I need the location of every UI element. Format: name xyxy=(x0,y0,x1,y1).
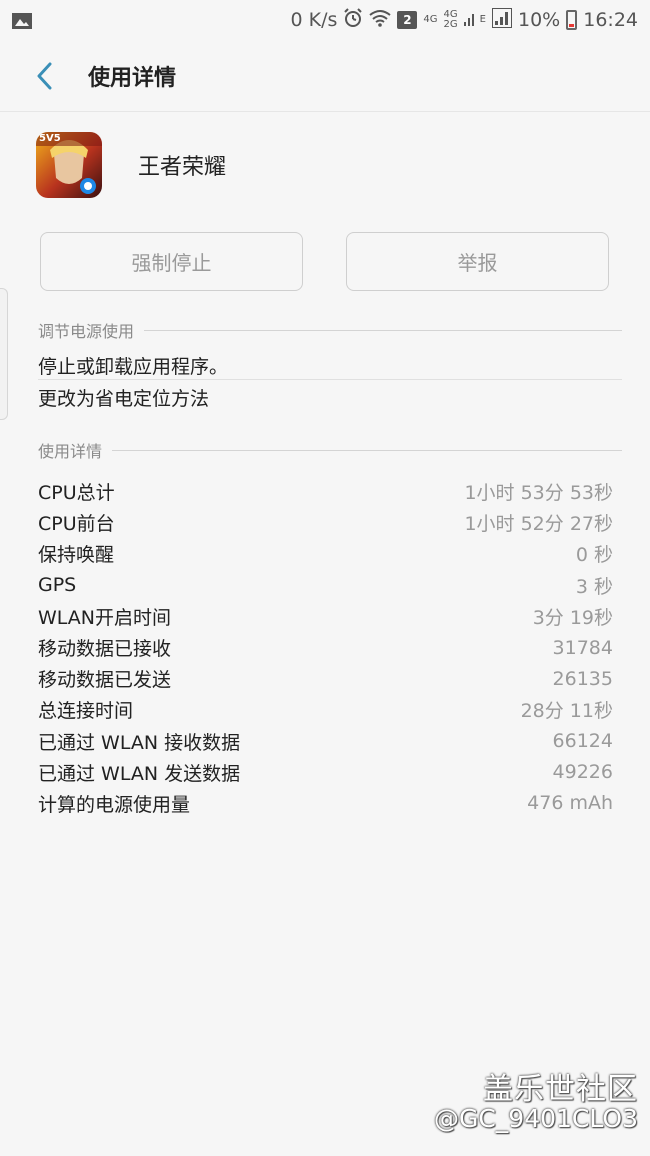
usage-row-cpu-total: CPU总计 1小时 53分 53秒 xyxy=(38,476,613,507)
power-item-power-saving-location[interactable]: 更改为省电定位方法 xyxy=(38,384,622,411)
usage-value: 31784 xyxy=(552,636,613,659)
alarm-icon xyxy=(343,7,363,33)
usage-row-mobile-data-sent: 移动数据已发送 26135 xyxy=(38,663,613,694)
usage-row-computed-power-usage: 计算的电源使用量 476 mAh xyxy=(38,788,613,819)
usage-list: CPU总计 1小时 53分 53秒 CPU前台 1小时 52分 27秒 保持唤醒… xyxy=(38,476,613,819)
side-panel-handle[interactable] xyxy=(0,288,8,420)
report-button[interactable]: 举报 xyxy=(346,232,609,291)
usage-row-keep-awake: 保持唤醒 0 秒 xyxy=(38,538,613,569)
force-stop-button[interactable]: 强制停止 xyxy=(40,232,303,291)
app-bar: 使用详情 xyxy=(0,40,650,112)
usage-value: 3分 19秒 xyxy=(532,606,613,629)
power-section-title: 调节电源使用 xyxy=(38,322,135,341)
network-4g-2g-label: 4G 2G xyxy=(444,10,458,30)
usage-value: 66124 xyxy=(552,730,613,753)
network-speed: 0 K/s xyxy=(290,9,338,31)
usage-label: 保持唤醒 xyxy=(38,544,115,567)
network-2g-bottom: 2G xyxy=(443,19,458,30)
usage-row-total-connection-time: 总连接时间 28分 11秒 xyxy=(38,694,613,725)
usage-row-wlan-data-sent: 已通过 WLAN 发送数据 49226 xyxy=(38,757,613,788)
power-item-stop-uninstall[interactable]: 停止或卸载应用程序。 xyxy=(38,352,622,379)
section-divider xyxy=(112,449,622,451)
usage-value: 1小时 53分 53秒 xyxy=(464,482,613,505)
signal-icon xyxy=(492,7,512,33)
usage-label: 移动数据已发送 xyxy=(38,669,172,692)
usage-label: 已通过 WLAN 接收数据 xyxy=(38,731,241,754)
network-4g-label: 4G xyxy=(423,14,438,25)
usage-label: 已通过 WLAN 发送数据 xyxy=(38,762,241,785)
usage-label: WLAN开启时间 xyxy=(38,606,172,629)
usage-value: 0 秒 xyxy=(575,544,613,567)
app-icon: 5V5 xyxy=(36,132,102,198)
battery-percent: 10% xyxy=(518,9,561,31)
usage-label: 计算的电源使用量 xyxy=(38,793,191,816)
network-e-label: E xyxy=(479,14,486,25)
app-name: 王者荣耀 xyxy=(138,155,227,180)
power-section-header: 调节电源使用 xyxy=(38,318,622,342)
usage-section-title: 使用详情 xyxy=(38,442,103,461)
usage-value: 28分 11秒 xyxy=(520,700,613,723)
signal-small-icon xyxy=(463,9,474,31)
back-button[interactable] xyxy=(14,46,74,106)
battery-icon xyxy=(566,10,578,30)
usage-row-cpu-foreground: CPU前台 1小时 52分 27秒 xyxy=(38,507,613,538)
usage-label: 移动数据已接收 xyxy=(38,638,172,661)
sim2-badge: 2 xyxy=(397,11,418,29)
usage-row-wlan-on-time: WLAN开启时间 3分 19秒 xyxy=(38,601,613,632)
power-item-divider xyxy=(38,379,622,380)
gallery-notification-icon xyxy=(12,12,32,29)
watermark-brand: 盖乐世社区 xyxy=(483,1072,638,1107)
usage-value: 26135 xyxy=(552,667,613,690)
usage-row-gps: GPS 3 秒 xyxy=(38,570,613,601)
usage-value: 476 mAh xyxy=(527,792,613,815)
usage-value: 3 秒 xyxy=(575,575,613,598)
clock: 16:24 xyxy=(583,9,638,31)
section-divider xyxy=(144,329,622,331)
usage-label: GPS xyxy=(38,574,77,597)
wifi-icon xyxy=(369,9,392,32)
page-title: 使用详情 xyxy=(88,65,177,91)
usage-label: 总连接时间 xyxy=(38,700,134,723)
usage-section-header: 使用详情 xyxy=(38,438,622,462)
back-arrow-icon xyxy=(37,62,52,89)
status-bar: 0 K/s 2 4G 4G 2G E 10% 16:24 xyxy=(0,0,650,40)
usage-value: 1小时 52分 27秒 xyxy=(464,513,613,536)
app-header: 5V5 王者荣耀 xyxy=(36,132,226,198)
usage-row-wlan-data-received: 已通过 WLAN 接收数据 66124 xyxy=(38,726,613,757)
usage-row-mobile-data-received: 移动数据已接收 31784 xyxy=(38,632,613,663)
usage-label: CPU总计 xyxy=(38,482,115,505)
usage-value: 49226 xyxy=(552,761,613,784)
app-icon-badge: 5V5 xyxy=(39,133,61,144)
watermark-user: @GC_9401CLO3 xyxy=(433,1104,638,1133)
usage-label: CPU前台 xyxy=(38,513,115,536)
